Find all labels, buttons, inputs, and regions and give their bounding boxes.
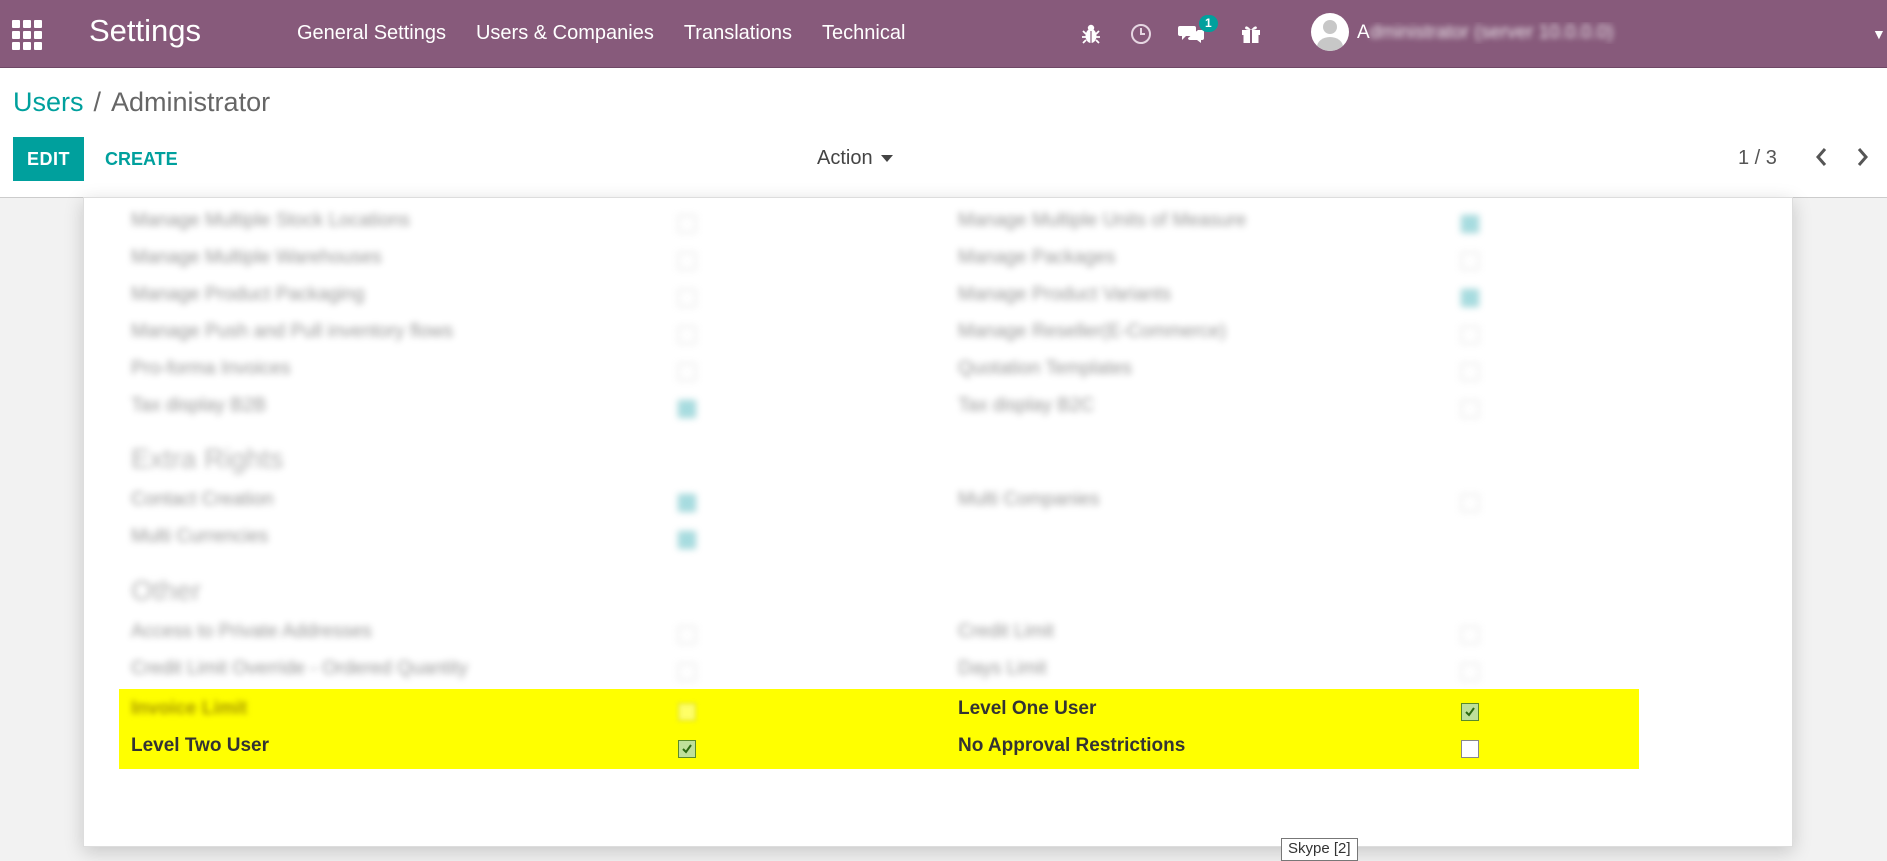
right-checkbox[interactable]: [678, 494, 696, 512]
right-label: Days Limit: [958, 658, 1047, 679]
right-label: Quotation Templates: [958, 358, 1132, 379]
action-dropdown[interactable]: Action: [817, 147, 893, 170]
gift-icon[interactable]: [1238, 21, 1264, 47]
right-checkbox[interactable]: [678, 215, 696, 233]
user-menu-caret-icon[interactable]: ▼: [1872, 26, 1886, 42]
right-label: Manage Multiple Stock Locations: [131, 210, 410, 231]
breadcrumb: Users / Administrator: [13, 87, 270, 118]
pager-next-icon[interactable]: [1850, 144, 1874, 170]
no-approval-restrictions-label: No Approval Restrictions: [958, 735, 1186, 756]
breadcrumb-separator: /: [93, 87, 102, 117]
activity-clock-icon[interactable]: [1128, 21, 1154, 47]
right-checkbox[interactable]: [1461, 252, 1479, 270]
right-checkbox[interactable]: [678, 531, 696, 549]
menu-technical[interactable]: Technical: [822, 22, 905, 45]
breadcrumb-current: Administrator: [111, 87, 271, 117]
user-name-blurred: dministrator (server 10.0.0.0): [1369, 22, 1614, 43]
right-checkbox[interactable]: [678, 326, 696, 344]
chat-count-badge: 1: [1199, 14, 1218, 32]
edit-button[interactable]: EDIT: [13, 137, 84, 181]
right-label: Manage Reseller(E-Commerce): [958, 321, 1227, 342]
debug-bug-icon[interactable]: [1078, 21, 1104, 47]
pager-previous-icon[interactable]: [1810, 144, 1834, 170]
right-checkbox[interactable]: [678, 252, 696, 270]
right-label: Manage Product Packaging: [131, 284, 365, 305]
right-checkbox[interactable]: [1461, 626, 1479, 644]
control-panel: Users / Administrator EDIT CREATE Action 1…: [0, 68, 1887, 198]
right-label: Multi Companies: [958, 489, 1100, 510]
right-checkbox[interactable]: [678, 363, 696, 381]
level-two-user-checkbox[interactable]: [678, 740, 696, 758]
taskbar-tooltip: Skype [2]: [1281, 838, 1358, 861]
right-label: Tax display B2C: [958, 395, 1095, 416]
user-menu-name[interactable]: Administrator (server 10.0.0.0): [1357, 22, 1867, 44]
main-menu: General Settings Users & Companies Trans…: [297, 0, 935, 67]
right-label: Pro-forma Invoices: [131, 358, 291, 379]
right-checkbox[interactable]: [1461, 289, 1479, 307]
right-label: Manage Push and Pull inventory flows: [131, 321, 454, 342]
level-two-user-label: Level Two User: [131, 735, 269, 756]
right-checkbox[interactable]: [678, 663, 696, 681]
right-checkbox[interactable]: [678, 400, 696, 418]
apps-menu-icon[interactable]: [12, 20, 42, 50]
section-title-other: Other: [131, 575, 202, 606]
breadcrumb-users-link[interactable]: Users: [13, 87, 84, 117]
right-checkbox[interactable]: [678, 626, 696, 644]
blurred-access-rights: Manage Multiple Stock Locations Manage M…: [84, 198, 1792, 728]
menu-general-settings[interactable]: General Settings: [297, 22, 446, 45]
right-label: Manage Packages: [958, 247, 1116, 268]
user-name-initial: A: [1357, 22, 1370, 43]
form-sheet: Manage Multiple Stock Locations Manage M…: [83, 197, 1793, 847]
highlighted-approval-rights: [119, 689, 1639, 769]
right-checkbox[interactable]: [1461, 215, 1479, 233]
caret-down-icon: [880, 155, 893, 163]
messaging-chat-icon[interactable]: 1: [1178, 14, 1218, 47]
create-button[interactable]: CREATE: [99, 137, 184, 181]
right-checkbox[interactable]: [1461, 363, 1479, 381]
right-label: Credit Limit Override - Ordered Quantity: [131, 658, 468, 679]
checkmark-icon: [1465, 707, 1475, 717]
right-checkbox[interactable]: [678, 289, 696, 307]
systray: 1: [1078, 0, 1288, 67]
user-avatar[interactable]: [1311, 13, 1349, 51]
right-label: Credit Limit: [958, 621, 1055, 642]
right-label: Tax display B2B: [131, 395, 267, 416]
right-label: Multi Currencies: [131, 526, 269, 547]
right-checkbox[interactable]: [1461, 326, 1479, 344]
top-navbar: Settings General Settings Users & Compan…: [0, 0, 1887, 68]
right-label: Access to Private Addresses: [131, 621, 372, 642]
level-one-user-checkbox[interactable]: [1461, 703, 1479, 721]
no-approval-restrictions-checkbox[interactable]: [1461, 740, 1479, 758]
right-label: Contact Creation: [131, 489, 274, 510]
right-checkbox[interactable]: [1461, 400, 1479, 418]
right-label: Manage Multiple Warehouses: [131, 247, 382, 268]
invoice-limit-checkbox[interactable]: [678, 703, 696, 721]
menu-translations[interactable]: Translations: [684, 22, 792, 45]
right-checkbox[interactable]: [1461, 494, 1479, 512]
action-label: Action: [817, 147, 873, 169]
pager-value[interactable]: 1 / 3: [1738, 147, 1777, 170]
right-checkbox[interactable]: [1461, 663, 1479, 681]
app-title: Settings: [89, 13, 202, 48]
right-label: Manage Product Variants: [958, 284, 1171, 305]
menu-users-companies[interactable]: Users & Companies: [476, 22, 654, 45]
right-label: Manage Multiple Units of Measure: [958, 210, 1247, 231]
level-one-user-label: Level One User: [958, 698, 1097, 719]
checkmark-icon: [682, 744, 692, 754]
invoice-limit-label: Invoice Limit: [131, 698, 248, 719]
section-title-extra-rights: Extra Rights: [131, 443, 284, 474]
